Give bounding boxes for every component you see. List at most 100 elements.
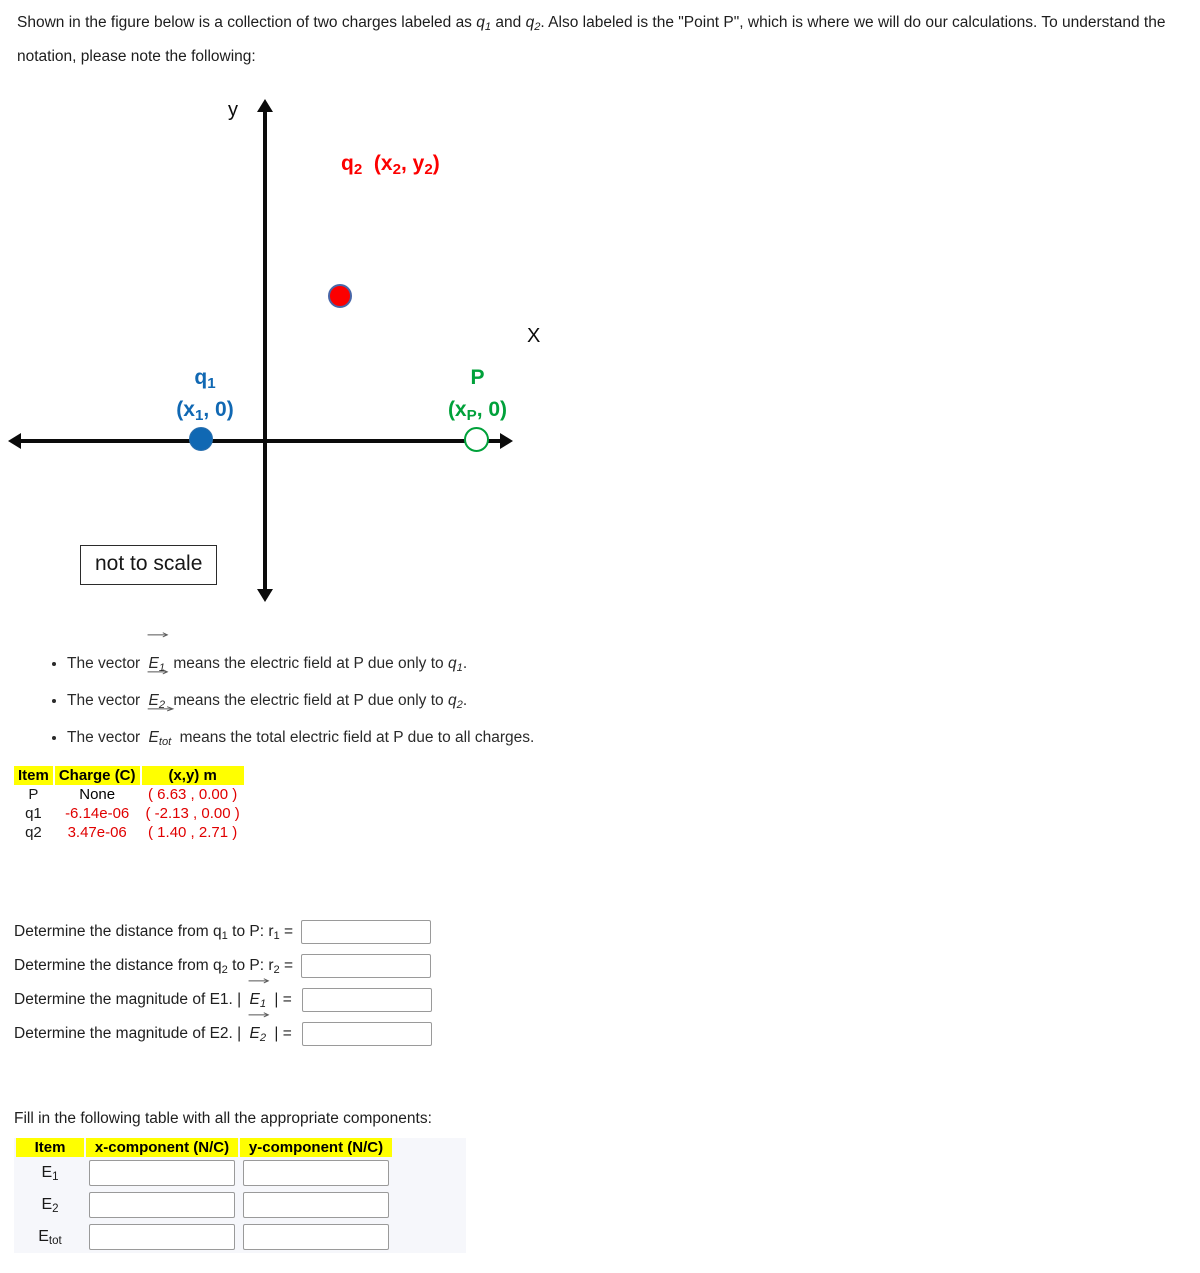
- vector-arrow-icon: [147, 632, 170, 641]
- intro-text-a: Shown in the figure below is a collectio…: [17, 14, 477, 31]
- header-charge: Charge (C): [54, 766, 140, 785]
- cell-charge: 3.47e-06: [67, 824, 127, 841]
- row-label-e1: E1: [16, 1157, 84, 1189]
- cell-y-input: [240, 1189, 392, 1221]
- cell-y-input: [240, 1221, 392, 1253]
- header-item: Item: [16, 1138, 84, 1157]
- input-e2-y[interactable]: [243, 1192, 389, 1218]
- cell-charge: None: [79, 786, 116, 803]
- question-row-r2: Determine the distance from q2 to P: r2 …: [14, 949, 614, 983]
- input-e2-x[interactable]: [89, 1192, 235, 1218]
- question-label: Determine the magnitude of E1. | E1 | =: [14, 978, 292, 1011]
- components-table-wrapper: Item x-component (N/C) y-component (N/C)…: [14, 1138, 466, 1253]
- row-label-e2: E2: [16, 1189, 84, 1221]
- cell-y-input: [240, 1157, 392, 1189]
- vector-arrow-icon: [248, 1012, 271, 1021]
- q-sub2: 1: [259, 998, 267, 1011]
- table-row: Etot: [16, 1221, 392, 1253]
- q2-coord-y-sub: 2: [424, 161, 433, 179]
- answer-input-r1[interactable]: [301, 920, 432, 944]
- q-eq: =: [279, 923, 294, 940]
- bullet-tail-end: .: [462, 692, 468, 709]
- q-prefix: Determine the magnitude of E2. |: [14, 1025, 246, 1042]
- bullet-tail-symbol: q: [447, 692, 457, 709]
- y-axis-label: y: [228, 99, 238, 121]
- e-subscript: 2: [52, 1203, 59, 1216]
- q-mid: to P: r: [227, 923, 274, 940]
- bullet-prefix: The vector: [67, 655, 145, 672]
- cell-charge: -6.14e-06: [65, 805, 130, 822]
- q-prefix: Determine the distance from q: [14, 923, 222, 940]
- q-eq: =: [279, 957, 294, 974]
- notation-bullet-list: The vector E1 means the electric field a…: [40, 632, 840, 756]
- y-axis-down-arrow-icon: [257, 589, 273, 602]
- question-label: Determine the distance from q1 to P: r1 …: [14, 923, 294, 942]
- q-mid: to P: r: [227, 957, 274, 974]
- q-eq: | =: [270, 991, 292, 1008]
- input-etot-x[interactable]: [89, 1224, 235, 1250]
- answer-input-e1-magnitude[interactable]: [301, 988, 432, 1012]
- e-letter: E: [38, 1228, 49, 1245]
- vector-e-letter: E: [148, 729, 159, 746]
- e-letter: E: [41, 1164, 53, 1181]
- q2-coord-open: (x: [373, 152, 393, 175]
- vector-e-subscript: tot: [158, 736, 172, 749]
- charge-data-table: Item Charge (C) (x,y) m P None ( 6.63 , …: [12, 766, 246, 842]
- p-coord-close: , 0): [476, 398, 508, 421]
- vector-etot-symbol: Etot: [147, 706, 174, 756]
- cell-x-input: [86, 1157, 238, 1189]
- charge-diagram: y X q2 (x2, y2) q1 (x1, 0) P (xP, 0) not…: [0, 90, 600, 630]
- intro-q2-symbol: q: [525, 14, 535, 31]
- q-prefix: Determine the magnitude of E1. |: [14, 991, 246, 1008]
- bullet-prefix: The vector: [67, 692, 145, 709]
- q1-symbol: q: [194, 366, 208, 389]
- cell-coords: ( -2.13 , 0.00 ): [145, 805, 240, 822]
- bullet-postfix: means the total electric field at P due …: [175, 729, 535, 746]
- p-coord-sub: P: [466, 407, 477, 425]
- x-axis-line: [14, 439, 508, 443]
- fill-table-instruction: Fill in the following table with all the…: [14, 1110, 432, 1127]
- table-row: E2: [16, 1189, 392, 1221]
- q-sub2: 2: [259, 1032, 267, 1045]
- q2-symbol: q: [341, 152, 354, 175]
- cell-coords: ( 6.63 , 0.00 ): [148, 786, 238, 803]
- question-row-e2-magnitude: Determine the magnitude of E2. | E2 | =: [14, 1012, 614, 1051]
- input-e1-x[interactable]: [89, 1160, 235, 1186]
- cell-item: P: [28, 786, 39, 803]
- input-etot-y[interactable]: [243, 1224, 389, 1250]
- x-axis-label: X: [527, 325, 541, 347]
- table-row: P None ( 6.63 , 0.00 ): [14, 785, 244, 804]
- answer-input-e2-magnitude[interactable]: [301, 1022, 432, 1046]
- charge-q2-label: q2 (x2, y2): [341, 152, 440, 179]
- header-y-component: y-component (N/C): [240, 1138, 392, 1157]
- p-coord-open: (x: [447, 398, 467, 421]
- row-label-etot: Etot: [16, 1221, 84, 1253]
- bullet-postfix: means the electric field at P due only t…: [169, 692, 448, 709]
- vector-e1-symbol: E1: [248, 978, 269, 1011]
- question-row-r1: Determine the distance from q1 to P: r1 …: [14, 915, 614, 949]
- vector-arrow-icon: [147, 706, 176, 715]
- q2-coord-x-sub: 2: [392, 161, 401, 179]
- header-coords: (x,y) m: [141, 766, 244, 785]
- cell-x-input: [86, 1221, 238, 1253]
- charge-q2-marker: [328, 284, 352, 308]
- cell-item: q1: [25, 805, 42, 822]
- e-letter: E: [41, 1196, 53, 1213]
- bullet-tail-symbol: q: [447, 655, 457, 672]
- question-row-e1-magnitude: Determine the magnitude of E1. | E1 | =: [14, 978, 614, 1017]
- vector-arrow-icon: [248, 978, 271, 987]
- vector-arrow-icon: [147, 669, 170, 678]
- table-row: q2 3.47e-06 ( 1.40 , 2.71 ): [14, 823, 244, 842]
- x-axis-right-arrow-icon: [500, 433, 513, 449]
- e-subscript: 1: [52, 1171, 59, 1184]
- input-e1-y[interactable]: [243, 1160, 389, 1186]
- x-axis-left-arrow-icon: [8, 433, 21, 449]
- p-symbol: P: [470, 366, 485, 389]
- q1-coord-close: , 0): [203, 398, 234, 421]
- determine-questions: Determine the distance from q1 to P: r1 …: [14, 915, 614, 1051]
- table-row: q1 -6.14e-06 ( -2.13 , 0.00 ): [14, 804, 244, 823]
- q1-subscript: 1: [207, 375, 216, 393]
- y-axis-line: [263, 108, 267, 596]
- q2-coord-mid: , y: [401, 152, 425, 175]
- answer-input-r2[interactable]: [301, 954, 432, 978]
